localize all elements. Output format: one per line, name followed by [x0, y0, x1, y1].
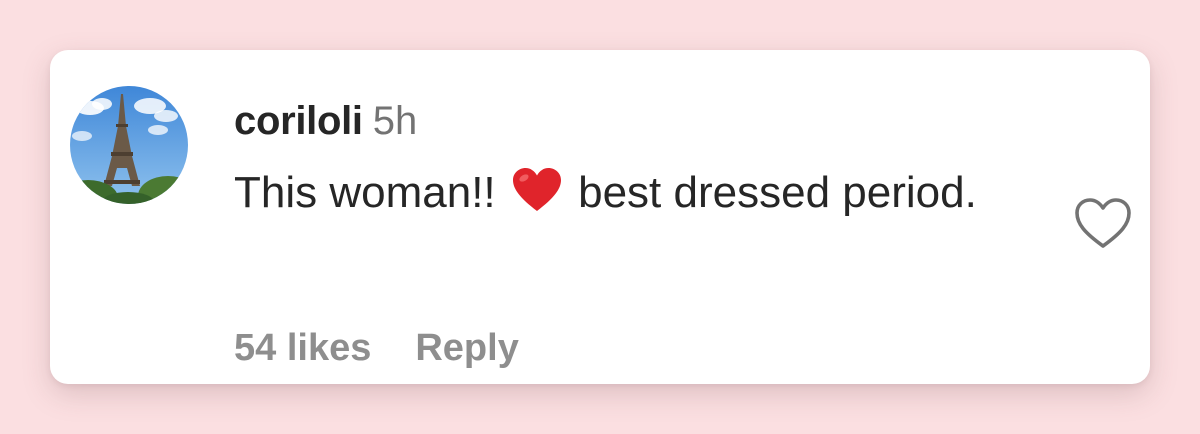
heart-outline-icon [1075, 198, 1131, 248]
reply-button[interactable]: Reply [415, 327, 518, 369]
comment-text-end: best dressed period. [578, 168, 977, 217]
comment-actions: 54 likes Reply [234, 324, 519, 372]
like-button[interactable] [1073, 196, 1133, 252]
comment-header: coriloli 5h [234, 97, 417, 145]
comment-text-start: This woman!! [234, 168, 496, 217]
username[interactable]: coriloli [234, 99, 363, 143]
comment-card: coriloli 5h This woman!! best dressed per… [50, 50, 1150, 384]
timestamp: 5h [372, 99, 418, 143]
red-heart-emoji-icon [512, 166, 562, 232]
eiffel-tower-photo-icon [70, 86, 188, 204]
avatar[interactable] [70, 86, 188, 204]
likes-count[interactable]: 54 likes [234, 327, 371, 369]
comment-text: This woman!! best dressed period. [234, 160, 1014, 232]
